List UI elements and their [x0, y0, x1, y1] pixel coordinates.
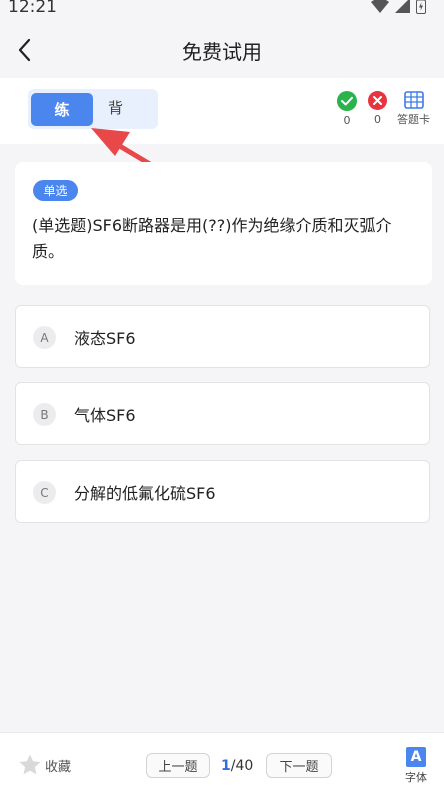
option-text: 气体SF6 — [74, 406, 136, 425]
answer-card-label: 答题卡 — [397, 113, 430, 126]
signal-icon — [395, 0, 410, 13]
font-icon: A — [406, 747, 426, 767]
correct-stat: 0 — [337, 91, 357, 127]
practice-mode-button[interactable]: 练 — [31, 93, 93, 126]
option-a[interactable]: A 液态SF6 — [15, 305, 430, 368]
option-text: 液态SF6 — [74, 329, 136, 348]
grid-icon — [403, 91, 424, 109]
battery-icon — [416, 0, 426, 14]
status-bar: 12:21 — [0, 0, 444, 20]
status-icons — [371, 0, 426, 14]
mode-bar: 练 背 0 0 答题卡 — [0, 78, 444, 144]
answer-card-button[interactable]: 答题卡 — [397, 91, 430, 127]
page-indicator: 1/40 — [221, 758, 253, 774]
option-letter: B — [33, 403, 56, 426]
wrong-count: 0 — [374, 113, 381, 126]
total-pages: /40 — [230, 758, 254, 774]
nav-bar: 免费试用 — [0, 22, 444, 76]
font-label: 字体 — [405, 771, 427, 784]
favorite-label: 收藏 — [45, 759, 72, 775]
recite-mode-button[interactable]: 背 — [108, 97, 123, 118]
correct-count: 0 — [343, 114, 351, 127]
option-letter: A — [33, 326, 56, 349]
option-c[interactable]: C 分解的低氟化硫SF6 — [15, 460, 430, 523]
prev-question-button[interactable]: 上一题 — [146, 753, 210, 778]
current-page: 1 — [221, 758, 231, 774]
bottom-bar: 收藏 上一题 1/40 下一题 A 字体 — [0, 732, 444, 793]
status-time: 12:21 — [8, 0, 57, 17]
star-icon — [19, 754, 41, 775]
question-type-badge: 单选 — [33, 180, 78, 201]
question-text: (单选题)SF6断路器是用(??)作为绝缘介质和灭弧介质。 — [32, 216, 392, 261]
option-b[interactable]: B 气体SF6 — [15, 382, 430, 445]
favorite-button[interactable]: 收藏 — [18, 753, 71, 777]
next-question-button[interactable]: 下一题 — [266, 753, 332, 778]
question-card: 单选 (单选题)SF6断路器是用(??)作为绝缘介质和灭弧介质。 — [15, 162, 432, 285]
cross-circle-icon — [368, 91, 387, 110]
wifi-icon — [371, 0, 389, 13]
wrong-stat: 0 — [368, 91, 387, 126]
check-circle-icon — [337, 91, 357, 111]
option-text: 分解的低氟化硫SF6 — [74, 484, 216, 503]
font-size-button[interactable]: A 字体 — [402, 747, 430, 785]
page-title: 免费试用 — [182, 40, 262, 64]
option-letter: C — [33, 481, 56, 504]
